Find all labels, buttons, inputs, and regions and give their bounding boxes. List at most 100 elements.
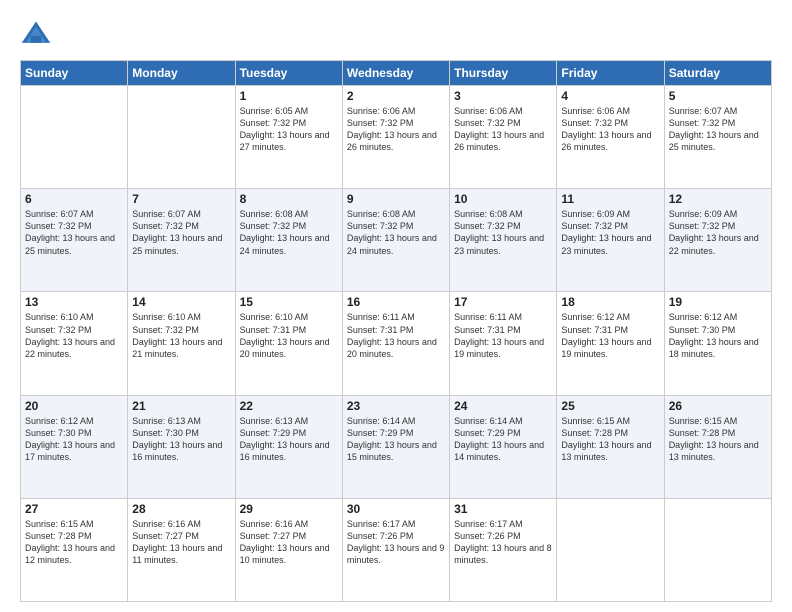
calendar-cell — [557, 498, 664, 601]
day-number: 19 — [669, 295, 767, 309]
day-info: Sunrise: 6:12 AMSunset: 7:31 PMDaylight:… — [561, 311, 659, 360]
calendar-cell: 1 Sunrise: 6:05 AMSunset: 7:32 PMDaylight… — [235, 86, 342, 189]
calendar-cell: 23Sunrise: 6:14 AMSunset: 7:29 PMDayligh… — [342, 395, 449, 498]
day-info: Sunrise: 6:10 AMSunset: 7:32 PMDaylight:… — [25, 311, 123, 360]
calendar-cell: 29Sunrise: 6:16 AMSunset: 7:27 PMDayligh… — [235, 498, 342, 601]
calendar-cell: 27 Sunrise: 6:15 AMSunset: 7:28 PMDayligh… — [21, 498, 128, 601]
calendar-week-row: 1 Sunrise: 6:05 AMSunset: 7:32 PMDaylight… — [21, 86, 772, 189]
calendar-cell: 30 Sunrise: 6:17 AMSunset: 7:26 PMDayligh… — [342, 498, 449, 601]
logo — [20, 18, 56, 50]
day-of-week-header: Thursday — [450, 61, 557, 86]
day-number: 11 — [561, 192, 659, 206]
day-info: Sunrise: 6:06 AMSunset: 7:32 PMDaylight:… — [347, 105, 445, 154]
day-info: Sunrise: 6:13 AMSunset: 7:30 PMDaylight:… — [132, 415, 230, 464]
calendar-week-row: 20 Sunrise: 6:12 AMSunset: 7:30 PMDayligh… — [21, 395, 772, 498]
day-number: 3 — [454, 89, 552, 103]
day-number: 16 — [347, 295, 445, 309]
calendar-cell: 12 Sunrise: 6:09 AMSunset: 7:32 PMDayligh… — [664, 189, 771, 292]
day-info: Sunrise: 6:08 AMSunset: 7:32 PMDaylight:… — [240, 208, 338, 257]
day-number: 25 — [561, 399, 659, 413]
calendar-cell — [21, 86, 128, 189]
calendar-header: SundayMondayTuesdayWednesdayThursdayFrid… — [21, 61, 772, 86]
calendar-cell: 7 Sunrise: 6:07 AMSunset: 7:32 PMDaylight… — [128, 189, 235, 292]
day-number: 21 — [132, 399, 230, 413]
day-number: 30 — [347, 502, 445, 516]
day-of-week-header: Friday — [557, 61, 664, 86]
day-info: Sunrise: 6:10 AMSunset: 7:32 PMDaylight:… — [132, 311, 230, 360]
day-info: Sunrise: 6:06 AMSunset: 7:32 PMDaylight:… — [454, 105, 552, 154]
calendar-week-row: 27 Sunrise: 6:15 AMSunset: 7:28 PMDayligh… — [21, 498, 772, 601]
day-number: 12 — [669, 192, 767, 206]
day-number: 17 — [454, 295, 552, 309]
day-info: Sunrise: 6:09 AMSunset: 7:32 PMDaylight:… — [669, 208, 767, 257]
day-number: 18 — [561, 295, 659, 309]
day-number: 15 — [240, 295, 338, 309]
calendar-table: SundayMondayTuesdayWednesdayThursdayFrid… — [20, 60, 772, 602]
day-info: Sunrise: 6:08 AMSunset: 7:32 PMDaylight:… — [454, 208, 552, 257]
day-number: 31 — [454, 502, 552, 516]
day-number: 26 — [669, 399, 767, 413]
day-info: Sunrise: 6:06 AMSunset: 7:32 PMDaylight:… — [561, 105, 659, 154]
calendar-cell: 9Sunrise: 6:08 AMSunset: 7:32 PMDaylight… — [342, 189, 449, 292]
calendar-cell: 3 Sunrise: 6:06 AMSunset: 7:32 PMDaylight… — [450, 86, 557, 189]
day-info: Sunrise: 6:16 AMSunset: 7:27 PMDaylight:… — [240, 518, 338, 567]
calendar-cell: 20 Sunrise: 6:12 AMSunset: 7:30 PMDayligh… — [21, 395, 128, 498]
day-of-week-header: Monday — [128, 61, 235, 86]
day-of-week-header: Wednesday — [342, 61, 449, 86]
day-info: Sunrise: 6:11 AMSunset: 7:31 PMDaylight:… — [347, 311, 445, 360]
day-info: Sunrise: 6:17 AMSunset: 7:26 PMDaylight:… — [347, 518, 445, 567]
calendar-cell: 13 Sunrise: 6:10 AMSunset: 7:32 PMDayligh… — [21, 292, 128, 395]
calendar-cell: 21 Sunrise: 6:13 AMSunset: 7:30 PMDayligh… — [128, 395, 235, 498]
calendar-cell: 10 Sunrise: 6:08 AMSunset: 7:32 PMDayligh… — [450, 189, 557, 292]
day-info: Sunrise: 6:07 AMSunset: 7:32 PMDaylight:… — [669, 105, 767, 154]
day-info: Sunrise: 6:12 AMSunset: 7:30 PMDaylight:… — [25, 415, 123, 464]
day-number: 4 — [561, 89, 659, 103]
calendar-cell: 4 Sunrise: 6:06 AMSunset: 7:32 PMDaylight… — [557, 86, 664, 189]
day-number: 1 — [240, 89, 338, 103]
calendar-cell: 8 Sunrise: 6:08 AMSunset: 7:32 PMDaylight… — [235, 189, 342, 292]
logo-icon — [20, 18, 52, 50]
calendar-week-row: 6 Sunrise: 6:07 AMSunset: 7:32 PMDaylight… — [21, 189, 772, 292]
day-info: Sunrise: 6:16 AMSunset: 7:27 PMDaylight:… — [132, 518, 230, 567]
day-info: Sunrise: 6:15 AMSunset: 7:28 PMDaylight:… — [25, 518, 123, 567]
day-info: Sunrise: 6:08 AMSunset: 7:32 PMDaylight:… — [347, 208, 445, 257]
calendar-cell: 18 Sunrise: 6:12 AMSunset: 7:31 PMDayligh… — [557, 292, 664, 395]
day-info: Sunrise: 6:12 AMSunset: 7:30 PMDaylight:… — [669, 311, 767, 360]
day-info: Sunrise: 6:07 AMSunset: 7:32 PMDaylight:… — [132, 208, 230, 257]
day-number: 23 — [347, 399, 445, 413]
day-info: Sunrise: 6:09 AMSunset: 7:32 PMDaylight:… — [561, 208, 659, 257]
day-number: 10 — [454, 192, 552, 206]
calendar-cell — [664, 498, 771, 601]
calendar-cell: 22Sunrise: 6:13 AMSunset: 7:29 PMDayligh… — [235, 395, 342, 498]
header-row: SundayMondayTuesdayWednesdayThursdayFrid… — [21, 61, 772, 86]
day-number: 6 — [25, 192, 123, 206]
calendar-cell: 5Sunrise: 6:07 AMSunset: 7:32 PMDaylight… — [664, 86, 771, 189]
calendar-cell: 26Sunrise: 6:15 AMSunset: 7:28 PMDayligh… — [664, 395, 771, 498]
calendar-cell: 31Sunrise: 6:17 AMSunset: 7:26 PMDayligh… — [450, 498, 557, 601]
calendar-week-row: 13 Sunrise: 6:10 AMSunset: 7:32 PMDayligh… — [21, 292, 772, 395]
calendar-cell: 14Sunrise: 6:10 AMSunset: 7:32 PMDayligh… — [128, 292, 235, 395]
day-of-week-header: Saturday — [664, 61, 771, 86]
day-info: Sunrise: 6:07 AMSunset: 7:32 PMDaylight:… — [25, 208, 123, 257]
day-number: 7 — [132, 192, 230, 206]
calendar-cell: 16 Sunrise: 6:11 AMSunset: 7:31 PMDayligh… — [342, 292, 449, 395]
calendar-cell: 17 Sunrise: 6:11 AMSunset: 7:31 PMDayligh… — [450, 292, 557, 395]
calendar-cell: 15 Sunrise: 6:10 AMSunset: 7:31 PMDayligh… — [235, 292, 342, 395]
day-number: 2 — [347, 89, 445, 103]
calendar-cell: 24Sunrise: 6:14 AMSunset: 7:29 PMDayligh… — [450, 395, 557, 498]
day-number: 8 — [240, 192, 338, 206]
day-number: 27 — [25, 502, 123, 516]
day-of-week-header: Sunday — [21, 61, 128, 86]
calendar-cell: 11 Sunrise: 6:09 AMSunset: 7:32 PMDayligh… — [557, 189, 664, 292]
day-info: Sunrise: 6:10 AMSunset: 7:31 PMDaylight:… — [240, 311, 338, 360]
calendar-body: 1 Sunrise: 6:05 AMSunset: 7:32 PMDaylight… — [21, 86, 772, 602]
day-info: Sunrise: 6:14 AMSunset: 7:29 PMDaylight:… — [454, 415, 552, 464]
header — [20, 18, 772, 50]
day-info: Sunrise: 6:05 AMSunset: 7:32 PMDaylight:… — [240, 105, 338, 154]
day-number: 20 — [25, 399, 123, 413]
day-number: 28 — [132, 502, 230, 516]
day-number: 13 — [25, 295, 123, 309]
page: SundayMondayTuesdayWednesdayThursdayFrid… — [0, 0, 792, 612]
calendar-cell: 25Sunrise: 6:15 AMSunset: 7:28 PMDayligh… — [557, 395, 664, 498]
day-info: Sunrise: 6:11 AMSunset: 7:31 PMDaylight:… — [454, 311, 552, 360]
